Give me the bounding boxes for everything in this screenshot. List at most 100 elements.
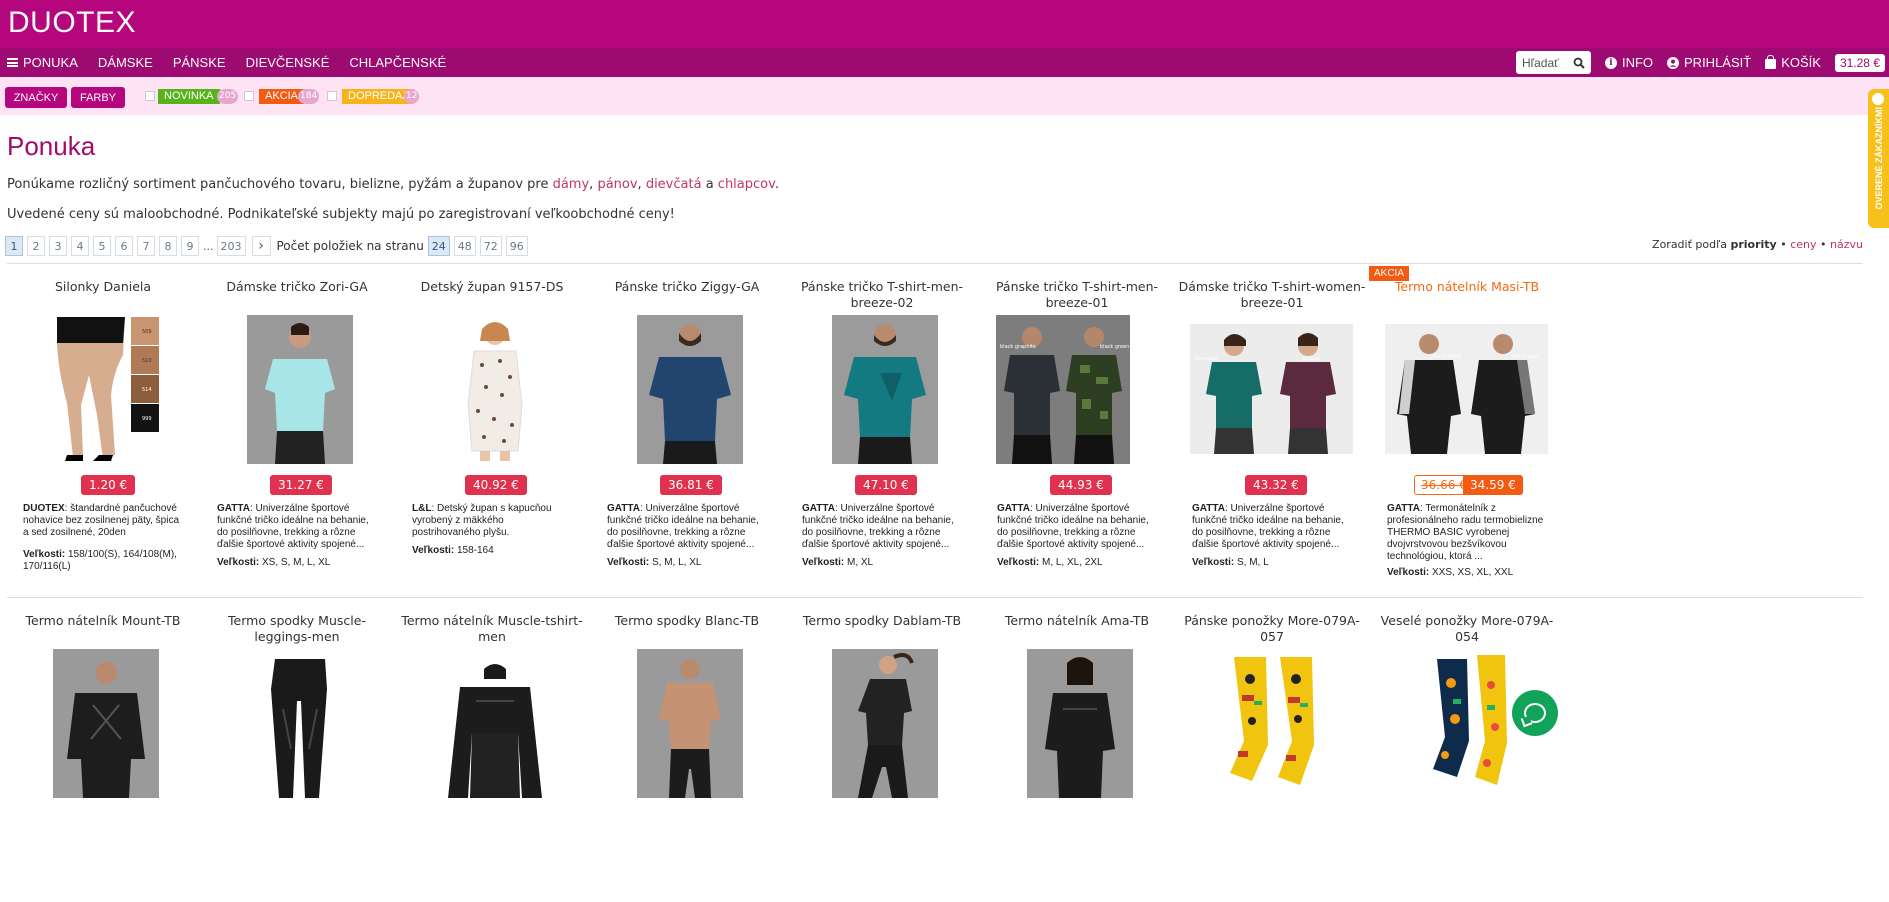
dopredaj-checkbox[interactable] (327, 91, 337, 101)
search-input[interactable] (1521, 55, 1566, 70)
nav-item-girls[interactable]: DIEVČENSKÉ (246, 55, 330, 70)
product-card[interactable]: Termo nátelník Ama-TB (982, 613, 1172, 902)
page-link-5[interactable]: 5 (93, 236, 111, 256)
info-link[interactable]: i INFO (1604, 55, 1653, 70)
next-page-button[interactable]: › (251, 236, 271, 256)
dopredaj-count: 12 (404, 89, 420, 104)
product-title[interactable]: Pánske tričko Ziggy-GA (592, 279, 782, 311)
sort-by-price[interactable]: ceny (1790, 238, 1816, 251)
product-image[interactable]: black graphite black green (996, 315, 1130, 464)
page-link-1[interactable]: 1 (5, 236, 23, 256)
per-page-24[interactable]: 24 (427, 236, 450, 256)
nav-menu-toggle[interactable]: PONUKA (7, 55, 78, 70)
product-image[interactable]: 509 510 514 999 (53, 315, 159, 464)
product-image[interactable] (1417, 649, 1523, 798)
product-image[interactable] (637, 649, 743, 798)
link-girls[interactable]: dievčatá (646, 177, 702, 192)
product-card[interactable]: Termo spodky Blanc-TB (592, 613, 782, 902)
product-price[interactable]: 47.10 € (855, 475, 917, 495)
cart-link[interactable]: KOŠÍK (1765, 55, 1821, 70)
product-image[interactable] (637, 315, 743, 464)
product-price[interactable]: 31.27 € (270, 475, 332, 495)
product-price[interactable]: 36.81 € (660, 475, 722, 495)
product-image[interactable] (832, 315, 938, 464)
product-image[interactable] (832, 649, 938, 798)
product-title[interactable]: Termo nátelník Masi-TB (1372, 279, 1562, 311)
product-price[interactable]: 43.32 € (1245, 475, 1307, 495)
product-image[interactable] (442, 649, 548, 798)
per-page-96[interactable]: 96 (505, 236, 528, 256)
product-card[interactable]: Termo spodky Muscle-leggings-men (202, 613, 392, 902)
product-sale-price[interactable]: 34.59 € (1463, 475, 1523, 495)
per-page-72[interactable]: 72 (479, 236, 502, 256)
page-link-4[interactable]: 4 (71, 236, 89, 256)
site-logo[interactable]: DUOTEX (8, 6, 136, 40)
product-price[interactable]: 1.20 € (81, 475, 136, 495)
product-price[interactable]: 44.93 € (1050, 475, 1112, 495)
product-image[interactable] (247, 315, 353, 464)
chat-button[interactable] (1512, 690, 1558, 736)
hamburger-icon (7, 58, 18, 67)
product-title[interactable]: Termo nátelník Muscle-tshirt-men (397, 613, 587, 645)
nav-item-boys[interactable]: CHLAPČENSKÉ (349, 55, 446, 70)
page-link-9[interactable]: 9 (181, 236, 199, 256)
product-card[interactable]: Detský župan 9157-DS 40.92 € L&L: Detský… (397, 279, 587, 589)
product-title[interactable]: Termo nátelník Mount-TB (8, 613, 198, 645)
product-title[interactable]: Termo nátelník Ama-TB (982, 613, 1172, 645)
product-title[interactable]: Pánske tričko T-shirt-men-breeze-01 (982, 279, 1172, 311)
product-card[interactable]: Pánske tričko Ziggy-GA 36.81 € GATTA: Un… (592, 279, 782, 589)
page-link-2[interactable]: 2 (27, 236, 45, 256)
nav-item-women[interactable]: DÁMSKE (98, 55, 153, 70)
cart-total[interactable]: 31.28 € (1834, 53, 1885, 72)
product-price[interactable]: 40.92 € (465, 475, 527, 495)
link-boys[interactable]: chlapcov (718, 177, 775, 192)
product-title[interactable]: Silonky Daniela (8, 279, 198, 311)
product-card[interactable]: Dámske tričko Zori-GA 31.27 € GATTA: Uni… (202, 279, 392, 589)
product-image[interactable]: smeraldo prugne (1190, 324, 1353, 454)
colors-filter-button[interactable]: FARBY (71, 87, 125, 108)
product-image[interactable] (53, 649, 159, 798)
product-card[interactable]: Dámske tričko T-shirt-women-breeze-01 sm… (1177, 279, 1367, 589)
search-icon[interactable] (1573, 57, 1585, 69)
product-card[interactable]: Termo nátelník Muscle-tshirt-men (397, 613, 587, 902)
page-link-7[interactable]: 7 (137, 236, 155, 256)
product-card[interactable]: Pánske tričko T-shirt-men-breeze-02 47.1… (787, 279, 977, 589)
product-title[interactable]: Pánske tričko T-shirt-men-breeze-02 (787, 279, 977, 311)
product-title[interactable]: Detský župan 9157-DS (397, 279, 587, 311)
brands-filter-button[interactable]: ZNAČKY (5, 87, 67, 108)
product-image[interactable]: black-white black-grey (1385, 324, 1548, 454)
product-image[interactable] (1027, 649, 1133, 798)
product-title[interactable]: Dámske tričko Zori-GA (202, 279, 392, 311)
page-link-last[interactable]: 203 (216, 236, 246, 256)
sort-by-name[interactable]: názvu (1830, 238, 1863, 251)
verified-customers-badge[interactable]: OVERENÉ ZÁKAZNÍKMI (1868, 89, 1889, 228)
page-link-6[interactable]: 6 (115, 236, 133, 256)
product-title[interactable]: Termo spodky Dablam-TB (787, 613, 977, 645)
product-card[interactable]: Termo nátelník Masi-TB black-white black… (1372, 279, 1562, 589)
product-image[interactable] (442, 315, 548, 464)
product-title[interactable]: Termo spodky Blanc-TB (592, 613, 782, 645)
product-card[interactable]: Termo nátelník Mount-TB (8, 613, 198, 902)
product-card[interactable]: Veselé ponožky More-079A-054 (1372, 613, 1562, 902)
product-card[interactable]: Pánske tričko T-shirt-men-breeze-01 blac… (982, 279, 1172, 589)
nav-item-men[interactable]: PÁNSKE (173, 55, 226, 70)
login-link[interactable]: PRIHLÁSIŤ (1667, 55, 1751, 70)
product-title[interactable]: Veselé ponožky More-079A-054 (1372, 613, 1562, 645)
per-page-48[interactable]: 48 (453, 236, 476, 256)
product-image[interactable] (247, 649, 353, 798)
page-link-8[interactable]: 8 (159, 236, 177, 256)
link-women[interactable]: dámy (553, 177, 590, 192)
page-link-3[interactable]: 3 (49, 236, 67, 256)
novinka-checkbox[interactable] (145, 91, 155, 101)
product-card[interactable]: Silonky Daniela 509 510 514 999 1.20 € D… (8, 279, 198, 589)
product-card[interactable]: Pánske ponožky More-079A-057 (1177, 613, 1367, 902)
link-men[interactable]: pánov (597, 177, 637, 192)
novinka-tag[interactable]: NOVINKA (158, 89, 220, 104)
product-card[interactable]: Termo spodky Dablam-TB (787, 613, 977, 902)
product-title[interactable]: Dámske tričko T-shirt-women-breeze-01 (1177, 279, 1367, 311)
intro-and: a (705, 177, 714, 192)
product-title[interactable]: Termo spodky Muscle-leggings-men (202, 613, 392, 645)
product-image[interactable] (1222, 649, 1328, 798)
product-title[interactable]: Pánske ponožky More-079A-057 (1177, 613, 1367, 645)
akcia-checkbox[interactable] (244, 91, 254, 101)
